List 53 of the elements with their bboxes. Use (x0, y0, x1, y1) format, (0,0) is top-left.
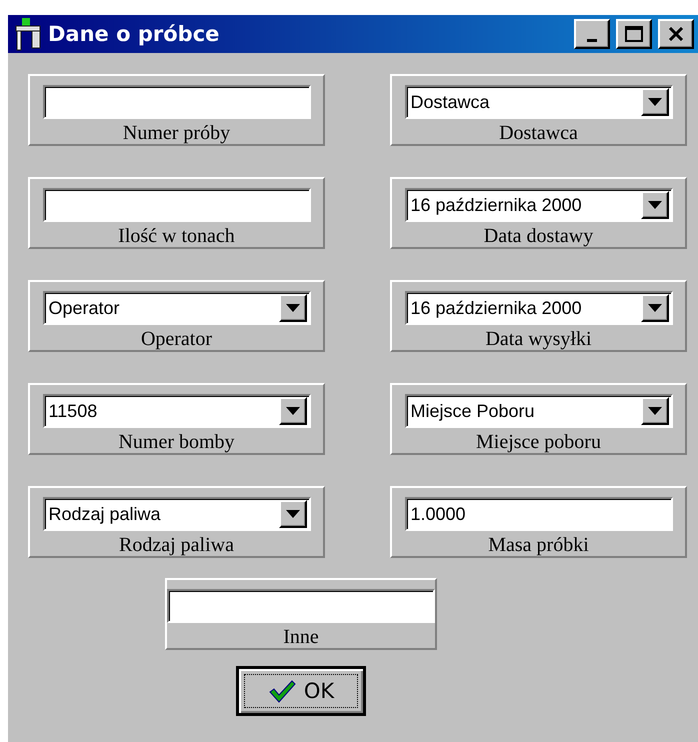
dropdown-button[interactable] (640, 397, 668, 425)
dropdown-button[interactable] (640, 294, 668, 322)
maximize-button[interactable] (616, 19, 652, 49)
dropdown-arrow-icon (286, 304, 300, 312)
dropdown-field[interactable]: Operator (42, 291, 310, 325)
window-title: Dane o próbce (48, 22, 220, 46)
input-field[interactable]: 1.0000 (404, 497, 672, 531)
dropdown-field[interactable]: 16 października 2000 (404, 291, 672, 325)
dropdown-value: Miejsce Poboru (410, 400, 536, 422)
field-label: Numer próby (122, 122, 230, 144)
dropdown-value: Rodzaj paliwa (48, 504, 162, 524)
dropdown-arrow-icon (648, 201, 662, 209)
dropdown-arrow-icon (286, 407, 300, 415)
dropdown-button[interactable] (278, 500, 306, 528)
minimize-button[interactable] (574, 19, 610, 49)
dropdown-value: 16 października 2000 (410, 194, 583, 216)
dropdown-button[interactable] (640, 88, 668, 116)
field-label: Inne (283, 626, 319, 648)
field-label: Masa próbki (488, 534, 589, 556)
field-label: Data dostawy (484, 225, 594, 247)
input-field[interactable] (167, 589, 435, 623)
dropdown-button[interactable] (278, 397, 306, 425)
field-label: Dostawca (499, 122, 578, 144)
dropdown-button[interactable] (640, 191, 668, 219)
dropdown-field[interactable]: Dostawca (404, 85, 672, 119)
dropdown-field[interactable]: Miejsce Poboru (404, 394, 672, 428)
dropdown-field[interactable]: 11508 (42, 394, 310, 428)
field-label: Ilość w tonach (118, 225, 235, 247)
field-label: Numer bomby (118, 431, 235, 453)
maximize-icon (625, 26, 643, 42)
dropdown-arrow-icon (648, 98, 662, 106)
dropdown-field[interactable]: 16 października 2000 (404, 188, 672, 222)
dropdown-value: Operator (48, 298, 121, 318)
field-label: Rodzaj paliwa (119, 534, 234, 556)
desk-icon (14, 17, 42, 51)
dropdown-value: 11508 (48, 400, 98, 422)
close-button[interactable] (658, 19, 694, 49)
field-label: Data wysyłki (485, 328, 592, 350)
dropdown-arrow-icon (286, 510, 300, 518)
field-label: Operator (140, 328, 212, 350)
field-label: Miejsce poboru (476, 431, 601, 453)
minimize-icon (587, 39, 597, 42)
dropdown-field[interactable]: Rodzaj paliwa (42, 497, 310, 531)
dropdown-arrow-icon (648, 407, 662, 415)
input-field[interactable] (42, 188, 310, 222)
dropdown-button[interactable] (278, 294, 306, 322)
input-field[interactable] (42, 85, 310, 119)
close-icon (668, 27, 684, 41)
dropdown-value: 16 października 2000 (410, 298, 583, 318)
dropdown-value: Dostawca (410, 92, 491, 112)
ok-button[interactable]: OK (236, 666, 366, 716)
checkmark-icon (268, 679, 296, 703)
dropdown-arrow-icon (648, 304, 662, 312)
